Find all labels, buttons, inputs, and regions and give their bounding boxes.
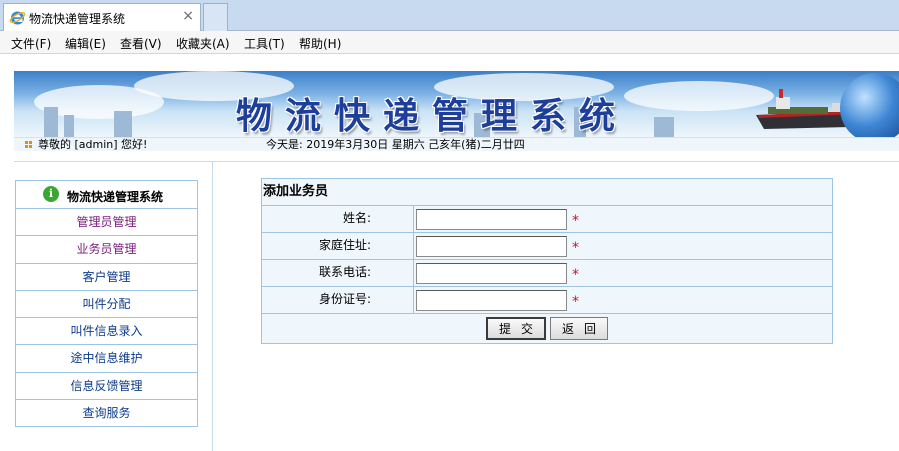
sidebar-item-clerk-management[interactable]: 业务员管理 [15,236,198,264]
new-tab-button[interactable] [203,3,228,31]
sidebar-header: i 物流快递管理系统 [15,180,198,209]
building-decoration [64,115,74,137]
internet-explorer-icon [9,11,26,25]
banner-title: 物流快递管理系统 [236,95,629,137]
menu-edit[interactable]: 编辑(E) [65,35,106,52]
form-title: 添加业务员 [262,179,832,206]
globe-image [840,73,899,137]
form-row-id-number: 身份证号: * [262,287,832,314]
sidebar-nav: i 物流快递管理系统 管理员管理 业务员管理 客户管理 叫件分配 叫件信息录入 … [15,180,198,428]
user-greeting: 尊敬的 [admin] 您好! [38,138,148,151]
required-mark: * [572,240,579,256]
form-row-address: 家庭住址: * [262,233,832,260]
sidebar-item-transit-maintenance[interactable]: 途中信息维护 [15,345,198,373]
phone-input[interactable] [416,263,567,284]
building-decoration [654,117,674,137]
id-number-input[interactable] [416,290,567,311]
sidebar-item-feedback-management[interactable]: 信息反馈管理 [15,372,198,401]
add-clerk-form: 添加业务员 姓名: * 家庭住址: * 联系电话: * 身份证号: * 提交 返… [261,178,833,344]
submit-button[interactable]: 提交 [486,317,546,340]
name-input[interactable] [416,209,567,230]
sidebar-item-pickup-entry[interactable]: 叫件信息录入 [15,318,198,346]
address-input[interactable] [416,236,567,257]
required-mark: * [572,294,579,310]
sidebar-item-customer-management[interactable]: 客户管理 [15,263,198,291]
required-mark: * [572,267,579,283]
id-number-label: 身份证号: [262,287,414,313]
browser-tab[interactable]: 物流快递管理系统 × [3,3,201,31]
header-banner: 物流快递管理系统 [14,71,899,137]
current-date: 今天是: 2019年3月30日 星期六 己亥年(猪)二月廿四 [266,138,525,151]
cloud-decoration [624,81,774,111]
form-actions: 提交 返回 [262,314,832,343]
menu-favorites[interactable]: 收藏夹(A) [176,35,230,52]
building-decoration [114,111,132,137]
status-bar: 尊敬的 [admin] 您好! 今天是: 2019年3月30日 星期六 己亥年(… [14,137,899,151]
form-row-name: 姓名: * [262,206,832,233]
info-icon: i [43,186,59,202]
address-label: 家庭住址: [262,233,414,259]
bullet-icon [25,141,33,149]
menu-bar: 文件(F) 编辑(E) 查看(V) 收藏夹(A) 工具(T) 帮助(H) [0,31,899,54]
phone-label: 联系电话: [262,260,414,286]
name-label: 姓名: [262,206,414,232]
menu-help[interactable]: 帮助(H) [299,35,341,52]
building-decoration [44,107,58,137]
browser-tab-strip: 物流快递管理系统 × [0,0,899,31]
sidebar-item-pickup-assignment[interactable]: 叫件分配 [15,290,198,319]
tab-title: 物流快递管理系统 [29,12,126,26]
sidebar-title: 物流快递管理系统 [67,190,164,204]
sidebar-item-query-service[interactable]: 查询服务 [15,400,198,428]
divider [14,161,899,162]
back-button[interactable]: 返回 [550,317,608,340]
form-row-phone: 联系电话: * [262,260,832,287]
menu-file[interactable]: 文件(F) [11,35,51,52]
menu-tools[interactable]: 工具(T) [244,35,285,52]
page-content: 物流快递管理系统 尊敬的 [admin] 您好! 今天是: 2019年3月30日… [0,55,899,451]
sidebar-item-admin-management[interactable]: 管理员管理 [15,209,198,237]
divider [212,162,213,451]
close-tab-icon[interactable]: × [182,8,194,24]
menu-view[interactable]: 查看(V) [120,35,162,52]
required-mark: * [572,213,579,229]
